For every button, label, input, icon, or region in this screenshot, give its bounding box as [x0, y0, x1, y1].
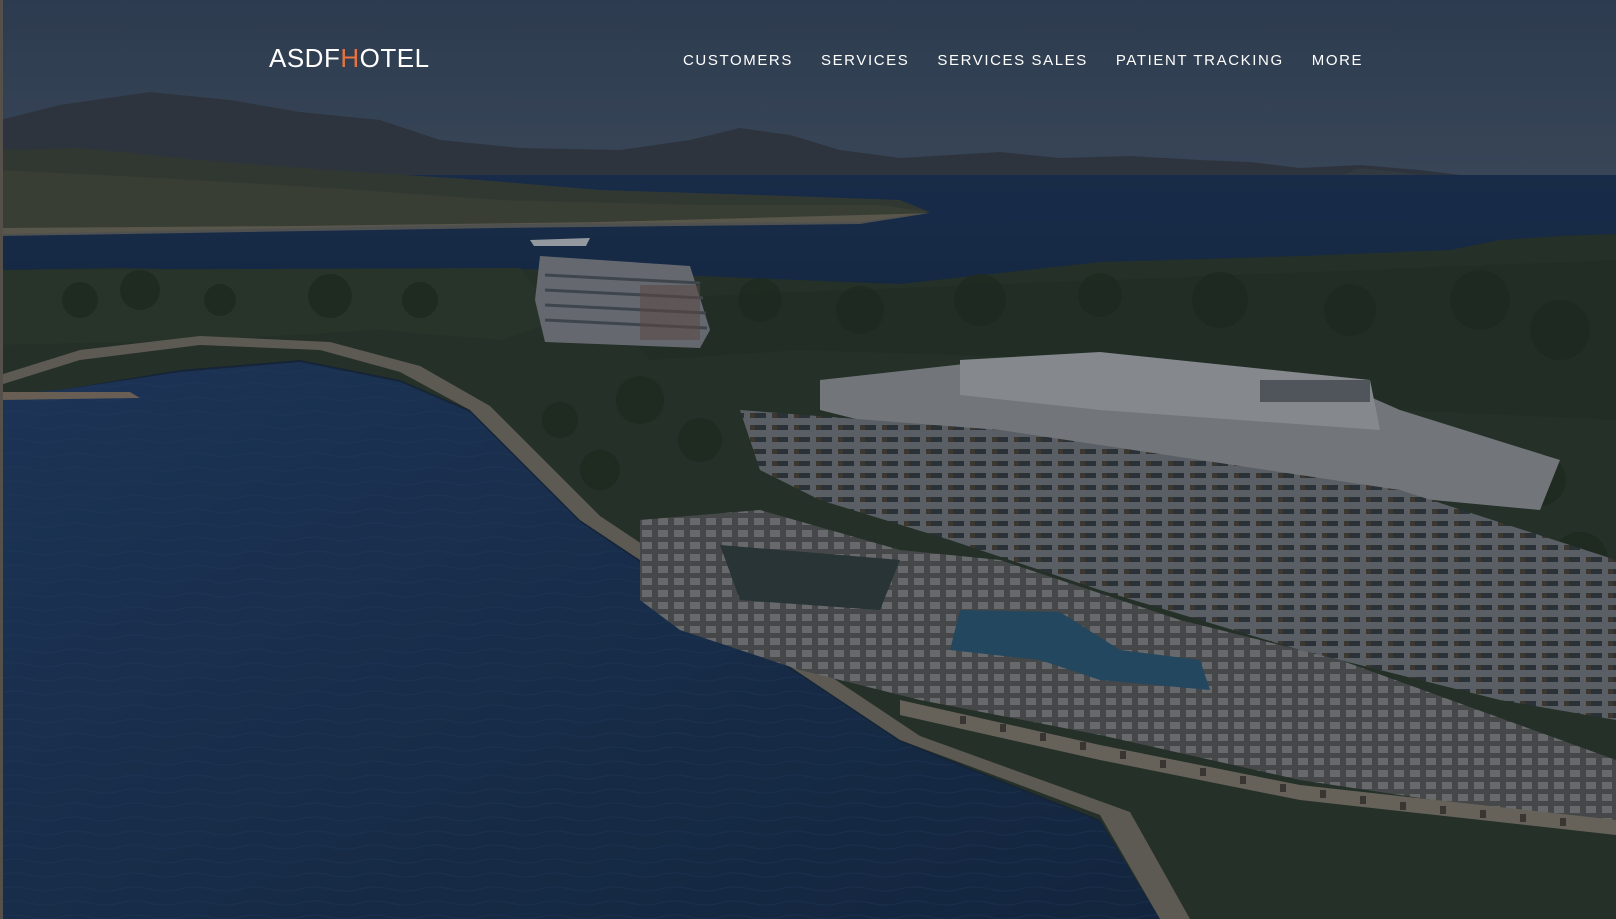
- logo-text-part2: OTEL: [359, 43, 430, 73]
- nav-item-patient-tracking[interactable]: PATIENT TRACKING: [1116, 52, 1284, 69]
- main-nav: CUSTOMERS SERVICES SERVICES SALES PATIEN…: [683, 52, 1363, 69]
- hero-background: [0, 0, 1616, 919]
- nav-item-customers[interactable]: CUSTOMERS: [683, 52, 793, 69]
- logo-text-accent: H: [340, 43, 360, 73]
- hero-aerial-photo: [0, 0, 1616, 919]
- brand-logo[interactable]: ASDFHOTEL: [269, 43, 430, 74]
- window-left-edge: [0, 0, 3, 919]
- nav-item-services[interactable]: SERVICES: [821, 52, 909, 69]
- nav-item-services-sales[interactable]: SERVICES SALES: [937, 52, 1088, 69]
- top-navbar: ASDFHOTEL CUSTOMERS SERVICES SERVICES SA…: [0, 0, 1616, 120]
- nav-item-more[interactable]: MORE: [1312, 52, 1363, 69]
- logo-text-part1: ASDF: [269, 43, 341, 73]
